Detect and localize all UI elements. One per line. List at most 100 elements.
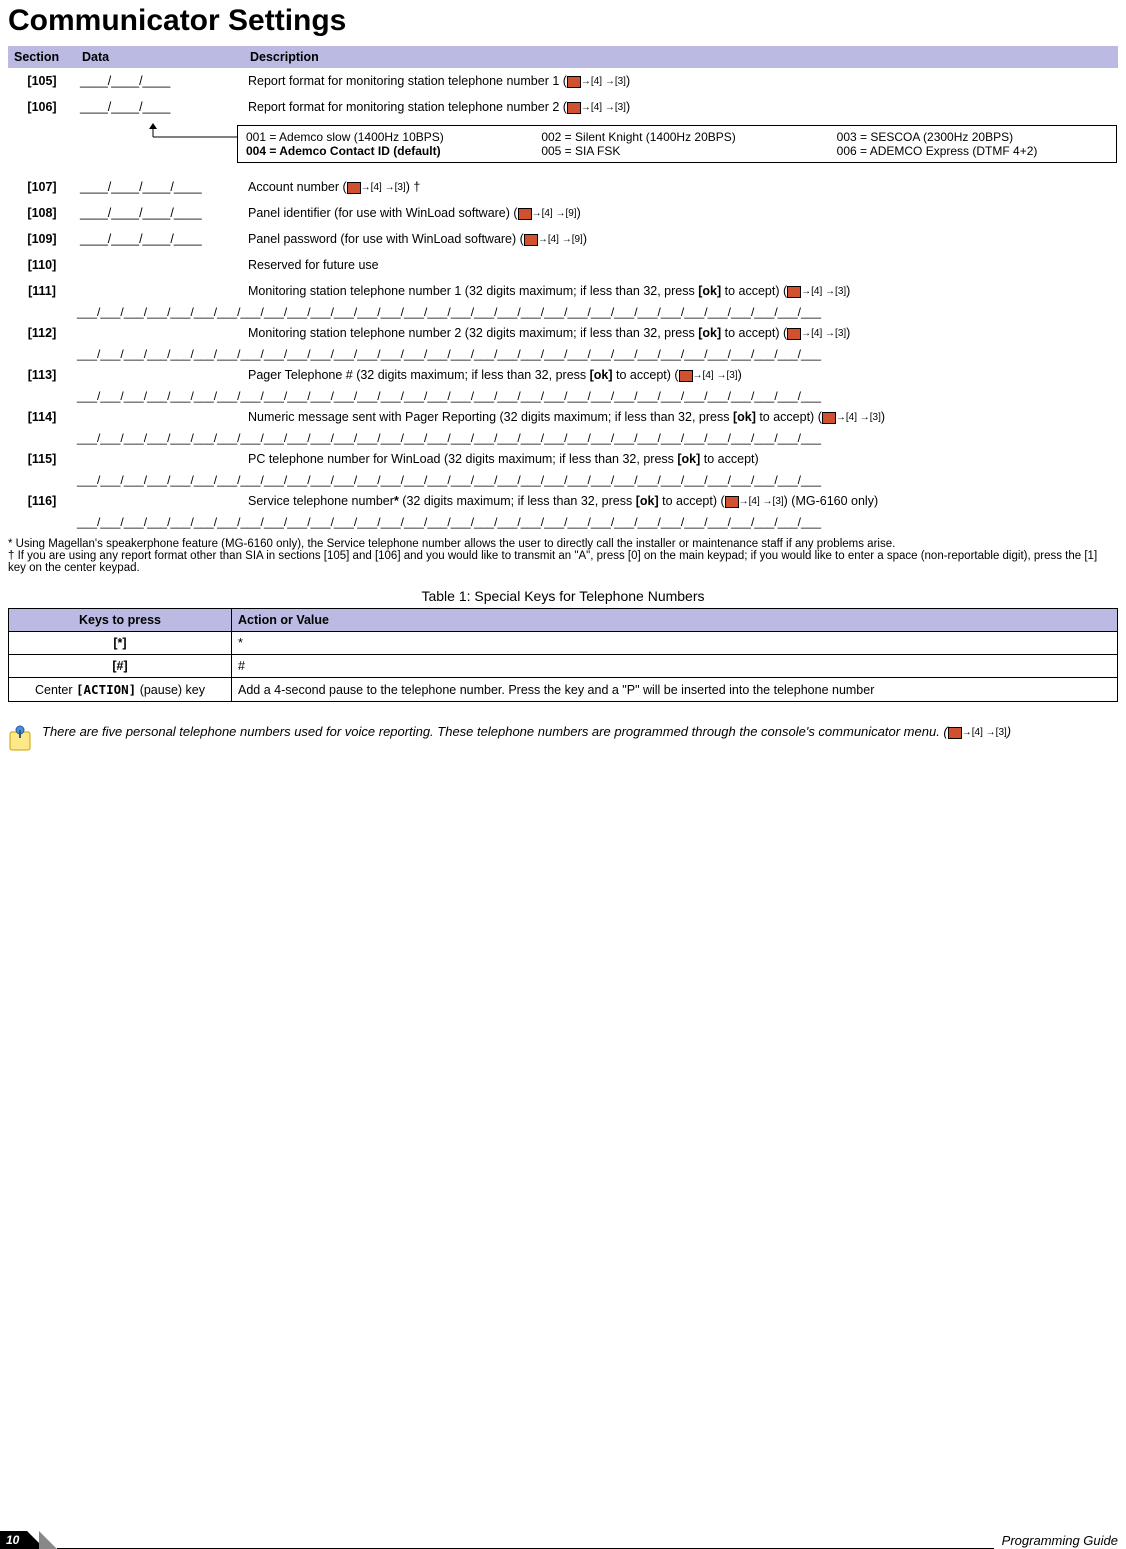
digits-114: ___/___/___/___/___/___/___/___/___/___/… [76, 430, 1118, 446]
row-112: [112] Monitoring station telephone numbe… [8, 320, 1118, 346]
note-text-a: There are five personal telephone number… [42, 724, 948, 739]
desc-108: Panel identifier (for use with WinLoad s… [244, 200, 1118, 226]
desc-112: Monitoring station telephone number 2 (3… [244, 320, 1118, 346]
book-icon [518, 208, 532, 220]
fmt-001: 001 = Ademco slow (1400Hz 10BPS) [246, 130, 517, 144]
desc-110: Reserved for future use [244, 252, 1118, 278]
footnote-star: * Using Magellan's speakerphone feature … [8, 538, 1118, 550]
footnotes: * Using Magellan's speakerphone feature … [8, 538, 1118, 574]
pin-note-icon [8, 724, 32, 752]
digits-113: ___/___/___/___/___/___/___/___/___/___/… [76, 388, 1118, 404]
ok-key: [ok] [677, 452, 700, 466]
ok-key: [ok] [636, 494, 659, 508]
desc-text-b: to accept) [700, 452, 758, 466]
tail: ) [577, 206, 581, 220]
ok-key: [ok] [590, 368, 613, 382]
desc-107: Account number (→[4] →[3]) † [244, 174, 1118, 200]
desc-text: Report format for monitoring station tel… [248, 74, 567, 88]
desc-text-a: Monitoring station telephone number 1 (3… [248, 284, 698, 298]
table1-caption: Table 1: Special Keys for Telephone Numb… [8, 588, 1118, 604]
key-action-c: (pause) key [136, 683, 205, 697]
digits-111: ___/___/___/___/___/___/___/___/___/___/… [76, 304, 1118, 320]
tail: ) (MG-6160 only) [784, 494, 878, 508]
desc-text-b: to accept) ( [613, 368, 679, 382]
desc-105: Report format for monitoring station tel… [244, 68, 1118, 94]
book-icon [679, 370, 693, 382]
book-icon [787, 286, 801, 298]
special-keys-table: Keys to press Action or Value [*] * [#] … [8, 608, 1118, 702]
tail: ) [846, 326, 850, 340]
page-number: 10 [0, 1531, 27, 1549]
tail: ) [626, 100, 630, 114]
key-star: [*] [9, 632, 232, 655]
section-112: [112] [8, 320, 76, 346]
ref-arrows: →[4] →[3] [693, 370, 738, 381]
fmt-002: 002 = Silent Knight (1400Hz 20BPS) [541, 130, 812, 144]
tail: ) [738, 368, 742, 382]
tail: ) † [406, 180, 421, 194]
ok-key: [ok] [698, 284, 721, 298]
desc-text-a: PC telephone number for WinLoad (32 digi… [248, 452, 677, 466]
desc-text: Account number ( [248, 180, 347, 194]
data-109: ____/____/____/____ [76, 226, 244, 252]
data-105: ____/____/____ [76, 68, 244, 94]
data-110 [76, 252, 244, 278]
key-action: Center [ACTION] (pause) key [9, 678, 232, 702]
row-109: [109] ____/____/____/____ Panel password… [8, 226, 1118, 252]
ref-arrows: →[4] →[3] [801, 328, 846, 339]
footnote-dagger: † If you are using any report format oth… [8, 550, 1118, 574]
data-108: ____/____/____/____ [76, 200, 244, 226]
book-icon [567, 76, 581, 88]
page-footer: 10 Programming Guide [0, 1527, 1126, 1549]
row-116: [116] Service telephone number* (32 digi… [8, 488, 1118, 514]
th-action: Action or Value [232, 609, 1118, 632]
arrow-icon [147, 123, 237, 141]
row-108: [108] ____/____/____/____ Panel identifi… [8, 200, 1118, 226]
row-115-digits: ___/___/___/___/___/___/___/___/___/___/… [8, 472, 1118, 488]
row-113: [113] Pager Telephone # (32 digits maxim… [8, 362, 1118, 388]
book-icon [567, 102, 581, 114]
desc-text-b: (32 digits maximum; if less than 32, pre… [399, 494, 636, 508]
desc-113: Pager Telephone # (32 digits maximum; if… [244, 362, 1118, 388]
ok-key: [ok] [733, 410, 756, 424]
ref-arrows: →[4] →[3] [962, 727, 1007, 738]
table-header-row: Section Data Description [8, 46, 1118, 68]
tail: ) [881, 410, 885, 424]
data-107: ____/____/____/____ [76, 174, 244, 200]
col-description: Description [244, 46, 1118, 68]
desc-text: Panel password (for use with WinLoad sof… [248, 232, 524, 246]
digits-112: ___/___/___/___/___/___/___/___/___/___/… [76, 346, 1118, 362]
row-116-digits: ___/___/___/___/___/___/___/___/___/___/… [8, 514, 1118, 530]
col-section: Section [8, 46, 76, 68]
section-107: [107] [8, 174, 76, 200]
section-109: [109] [8, 226, 76, 252]
row-112-digits: ___/___/___/___/___/___/___/___/___/___/… [8, 346, 1118, 362]
row-105: [105] ____/____/____ Report format for m… [8, 68, 1118, 94]
fmt-004: 004 = Ademco Contact ID (default) [246, 144, 517, 158]
desc-116: Service telephone number* (32 digits max… [244, 488, 1118, 514]
tail: ) [583, 232, 587, 246]
tail: ) [626, 74, 630, 88]
format-box-row: 001 = Ademco slow (1400Hz 10BPS) 004 = A… [8, 120, 1118, 174]
ref-arrows: →[4] →[3] [581, 102, 626, 113]
ref-arrows: →[4] →[9] [538, 234, 583, 245]
section-111: [111] [8, 278, 76, 304]
row-114: [114] Numeric message sent with Pager Re… [8, 404, 1118, 430]
val-action: Add a 4-second pause to the telephone nu… [232, 678, 1118, 702]
ref-arrows: →[4] →[3] [836, 412, 881, 423]
desc-106: Report format for monitoring station tel… [244, 94, 1118, 120]
book-icon [948, 727, 962, 739]
col-data: Data [76, 46, 244, 68]
fmt-006: 006 = ADEMCO Express (DTMF 4+2) [837, 144, 1108, 158]
digits-115: ___/___/___/___/___/___/___/___/___/___/… [76, 472, 1118, 488]
book-icon [822, 412, 836, 424]
desc-111: Monitoring station telephone number 1 (3… [244, 278, 1118, 304]
th-keys: Keys to press [9, 609, 232, 632]
row-111: [111] Monitoring station telephone numbe… [8, 278, 1118, 304]
book-icon [787, 328, 801, 340]
section-106: [106] [8, 94, 76, 120]
desc-115: PC telephone number for WinLoad (32 digi… [244, 446, 1118, 472]
section-115: [115] [8, 446, 76, 472]
desc-text-b: to accept) ( [721, 284, 787, 298]
data-106: ____/____/____ [76, 94, 244, 120]
